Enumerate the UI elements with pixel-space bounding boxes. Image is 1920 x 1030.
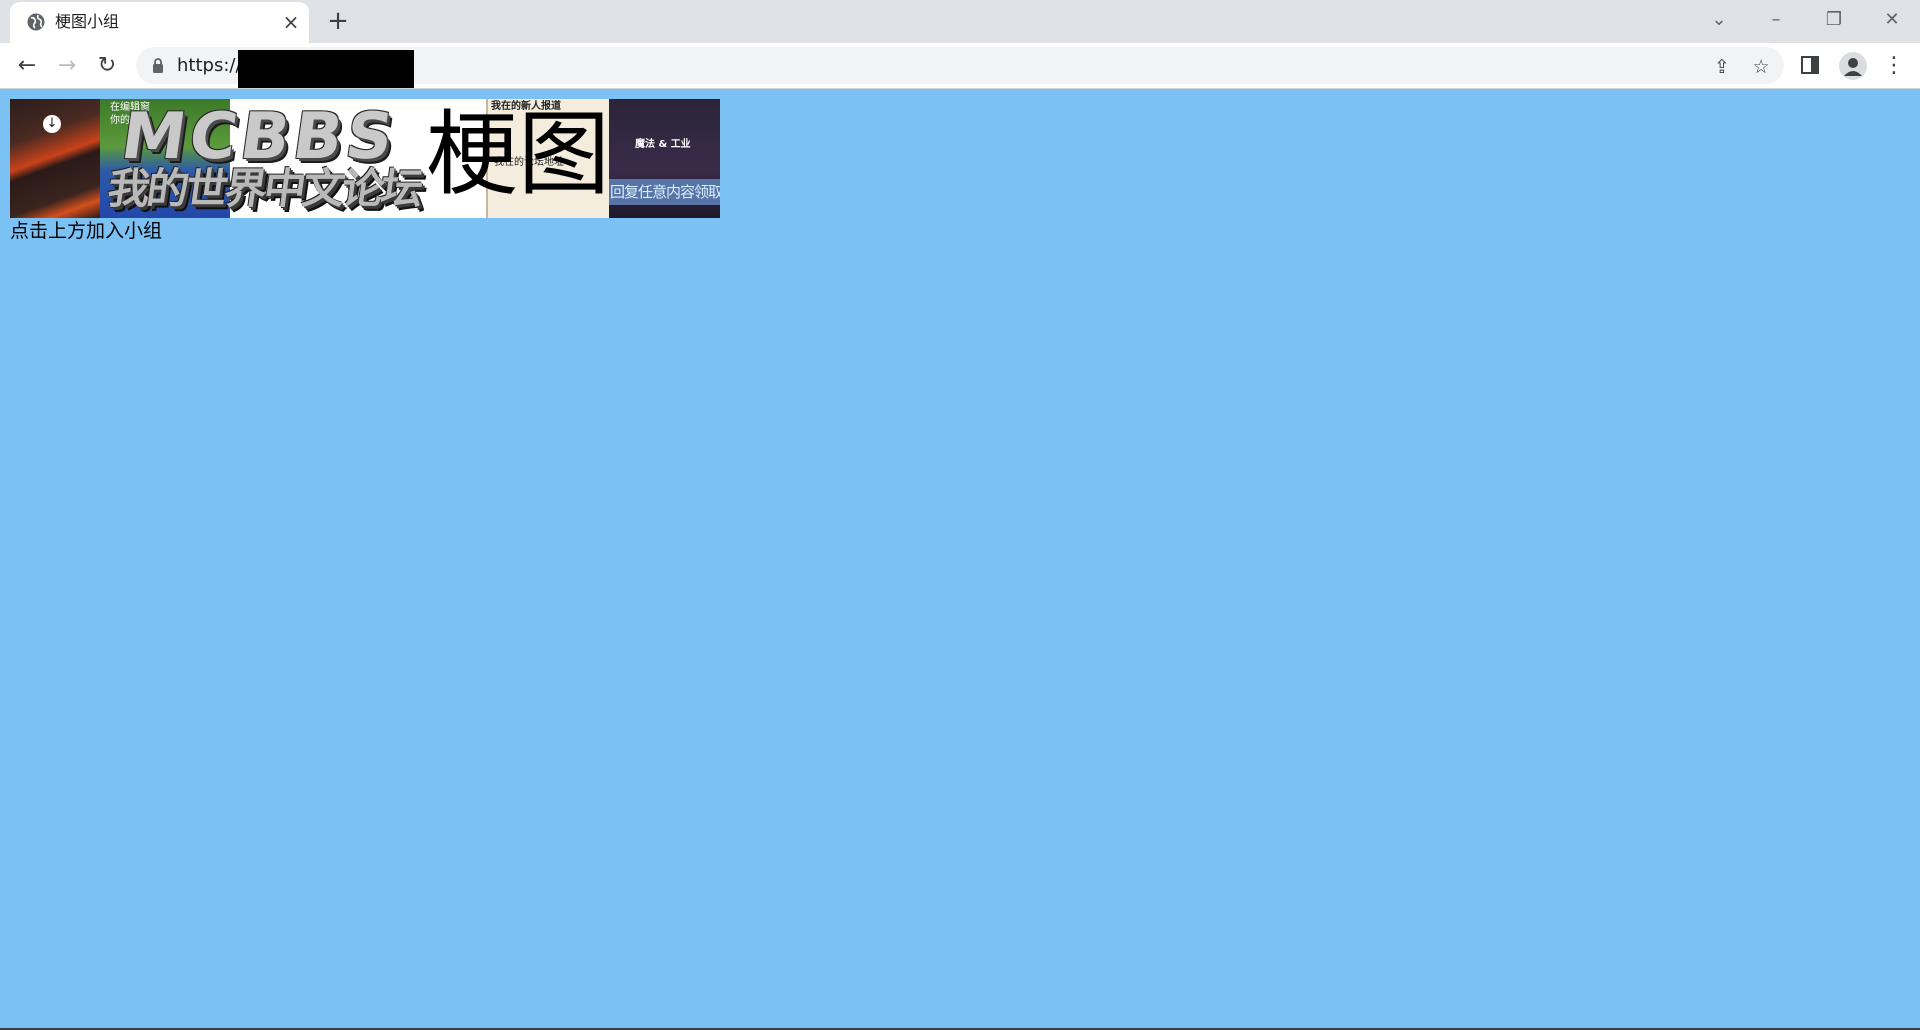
side-panel-icon[interactable]	[1801, 55, 1819, 75]
banner-caption: 回复任意内容领取 80 金粒	[610, 183, 720, 201]
group-banner-link[interactable]: ↓ 在编辑窗 你的每 我在的新人报道 我在的论坛地址 魔法 & 工业 回复任意内…	[10, 99, 720, 218]
person-icon	[1844, 58, 1862, 76]
banner-dark-thumbnail: 魔法 & 工业 回复任意内容领取 80 金粒	[609, 99, 720, 218]
tab-strip: 梗图小组 × + ⌄ – ❐ ✕	[0, 0, 1920, 43]
url-text: https://	[177, 55, 242, 76]
toolbar-divider	[0, 88, 1920, 89]
close-window-icon[interactable]: ✕	[1876, 6, 1908, 34]
profile-avatar-icon[interactable]	[1839, 52, 1867, 80]
mcbbs-logo: MCBBS 我的世界中文论坛	[102, 100, 442, 216]
tab-search-icon[interactable]: ⌄	[1703, 6, 1735, 34]
share-icon[interactable]: ⇪	[1709, 54, 1735, 80]
restore-icon[interactable]: ❐	[1818, 6, 1850, 34]
tab-title: 梗图小组	[55, 12, 120, 31]
browser-tab-active[interactable]: 梗图小组 ×	[10, 2, 309, 43]
forward-icon[interactable]: →	[51, 50, 83, 82]
redacted-url	[238, 50, 414, 89]
banner-title: 梗图	[426, 101, 611, 208]
bookmark-star-icon[interactable]: ☆	[1748, 54, 1774, 80]
download-icon: ↓	[43, 115, 61, 133]
address-bar[interactable]: https:// ⇪ ☆	[136, 47, 1784, 89]
logo-subtitle: 我的世界中文论坛	[104, 164, 424, 213]
new-tab-icon[interactable]: +	[324, 8, 352, 36]
browser-chrome: 梗图小组 × + ⌄ – ❐ ✕ ← → ↻ https:// ⇪ ☆ ⋮	[0, 0, 1920, 89]
close-tab-icon[interactable]: ×	[280, 11, 302, 33]
logo-wordmark: MCBBS	[116, 100, 402, 174]
globe-icon	[27, 13, 45, 31]
back-icon[interactable]: ←	[11, 50, 43, 82]
browser-toolbar: ← → ↻ https:// ⇪ ☆ ⋮	[0, 43, 1920, 89]
banner-lava-thumbnail: ↓	[10, 99, 100, 218]
lock-icon	[153, 58, 163, 73]
reload-icon[interactable]: ↻	[91, 50, 123, 82]
minimize-icon[interactable]: –	[1760, 6, 1792, 34]
more-menu-icon[interactable]: ⋮	[1883, 51, 1905, 81]
banner-snippet: 魔法 & 工业	[635, 139, 691, 150]
join-group-hint: 点击上方加入小组	[10, 220, 163, 242]
